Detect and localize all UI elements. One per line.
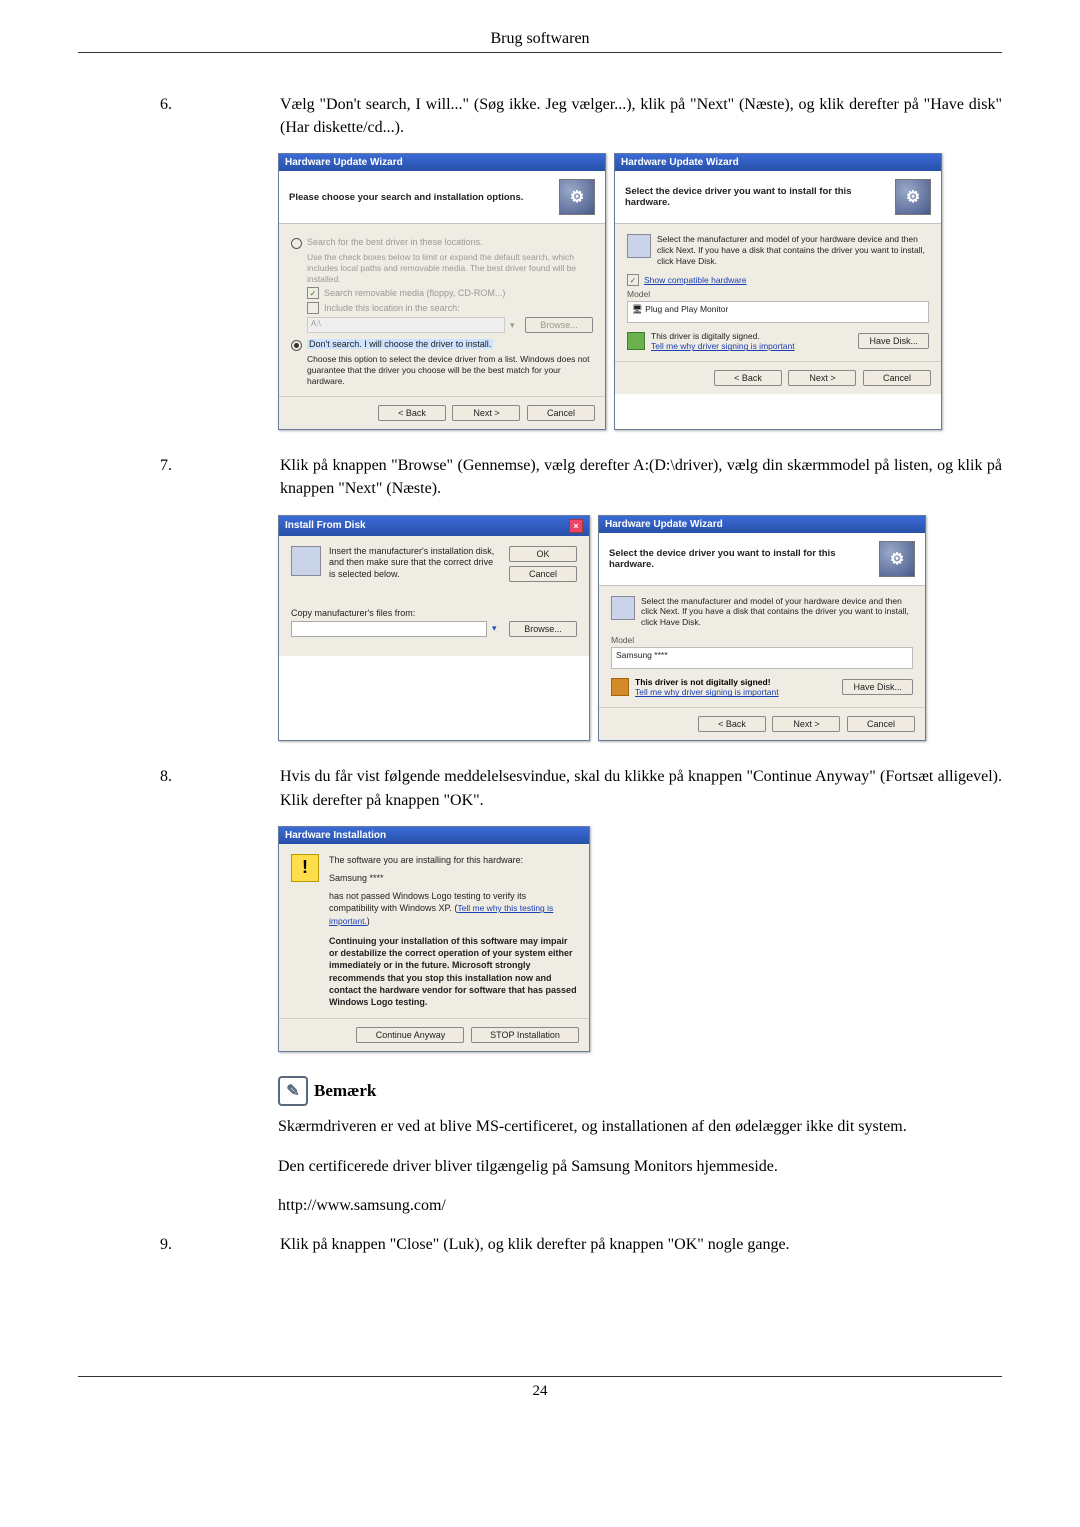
next-button[interactable]: Next > (452, 405, 520, 421)
radio-search-best-label: Search for the best driver in these loca… (307, 237, 483, 247)
model-column-header: Model (627, 289, 929, 299)
dialog-header-text: Select the device driver you want to ins… (609, 548, 871, 570)
wizard-icon: ⚙ (559, 179, 595, 215)
check-removable-media-label: Search removable media (floppy, CD-ROM..… (324, 288, 505, 298)
cancel-button[interactable]: Cancel (509, 566, 577, 582)
back-button[interactable]: < Back (698, 716, 766, 732)
wizard-icon: ⚙ (879, 541, 915, 577)
have-disk-button[interactable]: Have Disk... (858, 333, 929, 349)
next-button[interactable]: Next > (772, 716, 840, 732)
step-9-number: 9. (78, 1233, 280, 1256)
back-button[interactable]: < Back (714, 370, 782, 386)
radio-dont-search-sub: Choose this option to select the device … (307, 354, 593, 386)
wizard-select-driver-dialog: Hardware Update Wizard Select the device… (614, 153, 942, 430)
browse-button[interactable]: Browse... (525, 317, 593, 333)
dropdown-icon[interactable]: ▾ (492, 623, 504, 634)
wizard-search-options-dialog: Hardware Update Wizard Please choose you… (278, 153, 606, 430)
install-hw-line1: The software you are installing for this… (329, 854, 577, 866)
check-removable-media[interactable]: ✓ (307, 287, 319, 299)
have-disk-button[interactable]: Have Disk... (842, 679, 913, 695)
copy-from-label: Copy manufacturer's files from: (291, 608, 577, 618)
install-hw-device: Samsung **** (329, 872, 577, 884)
radio-dont-search[interactable] (291, 340, 302, 351)
dialog-title: Hardware Installation (285, 830, 386, 841)
driver-not-signed-text: This driver is not digitally signed! (635, 677, 779, 687)
header-rule (78, 52, 1002, 53)
not-signed-icon (611, 678, 629, 696)
select-driver-intro: Select the manufacturer and model of you… (657, 234, 929, 266)
radio-dont-search-label: Don't search. I will choose the driver t… (307, 339, 493, 349)
note-p2: Den certificerede driver bliver tilgænge… (278, 1154, 1002, 1180)
install-disk-msg: Insert the manufacturer's installation d… (329, 546, 501, 581)
driver-signed-text: This driver is digitally signed. (651, 331, 795, 341)
note-p3: http://www.samsung.com/ (278, 1193, 1002, 1219)
step-7-text: Klik på knappen "Browse" (Gennemse), væl… (280, 454, 1002, 500)
dialog-title: Hardware Update Wizard (285, 157, 403, 168)
step-9-text: Klik på knappen "Close" (Luk), og klik d… (280, 1233, 1002, 1256)
radio-search-best[interactable] (291, 238, 302, 249)
browse-button[interactable]: Browse... (509, 621, 577, 637)
page-number: 24 (78, 1383, 1002, 1400)
check-include-location[interactable] (307, 302, 319, 314)
model-column-header: Model (611, 635, 913, 645)
path-input[interactable]: A:\ (307, 317, 505, 333)
wizard-select-driver-signed-dialog: Hardware Update Wizard Select the device… (598, 515, 926, 742)
ok-button[interactable]: OK (509, 546, 577, 562)
cancel-button[interactable]: Cancel (863, 370, 931, 386)
step-6-text: Vælg "Don't search, I will..." (Søg ikke… (280, 93, 1002, 139)
signing-info-link[interactable]: Tell me why driver signing is important (635, 687, 779, 697)
check-include-location-label: Include this location in the search: (324, 303, 460, 313)
install-hw-warning: Continuing your installation of this sof… (329, 935, 577, 1008)
step-8-text: Hvis du får vist følgende meddelelsesvin… (280, 765, 1002, 811)
cancel-button[interactable]: Cancel (847, 716, 915, 732)
logo-test-text-b: ) (367, 916, 370, 926)
disk-icon (627, 234, 651, 258)
page-header: Brug softwaren (78, 30, 1002, 48)
model-value[interactable]: Samsung **** (616, 650, 668, 660)
next-button[interactable]: Next > (788, 370, 856, 386)
step-6-number: 6. (78, 93, 280, 139)
note-p1: Skærmdriveren er ved at blive MS-certifi… (278, 1114, 1002, 1140)
back-button[interactable]: < Back (378, 405, 446, 421)
footer-rule (78, 1376, 1002, 1377)
cancel-button[interactable]: Cancel (527, 405, 595, 421)
step-8-number: 8. (78, 765, 280, 811)
hardware-installation-dialog: Hardware Installation ! The software you… (278, 826, 590, 1052)
disk-icon (611, 596, 635, 620)
dialog-header-text: Please choose your search and installati… (289, 192, 551, 203)
show-compatible-label: Show compatible hardware (644, 275, 747, 285)
radio-search-best-sub: Use the check boxes below to limit or ex… (307, 252, 593, 284)
continue-anyway-button[interactable]: Continue Anyway (356, 1027, 464, 1043)
warning-icon: ! (291, 854, 319, 882)
floppy-icon (291, 546, 321, 576)
dialog-title: Hardware Update Wizard (605, 519, 723, 530)
select-driver-intro: Select the manufacturer and model of you… (641, 596, 913, 628)
install-from-disk-dialog: Install From Disk × Insert the manufactu… (278, 515, 590, 742)
step-7-number: 7. (78, 454, 280, 500)
wizard-icon: ⚙ (895, 179, 931, 215)
dialog-title: Install From Disk (285, 520, 366, 531)
close-icon[interactable]: × (569, 519, 583, 533)
note-icon: ✎ (278, 1076, 308, 1106)
stop-installation-button[interactable]: STOP Installation (471, 1027, 579, 1043)
signed-icon (627, 332, 645, 350)
model-value[interactable]: Plug and Play Monitor (645, 304, 728, 314)
dialog-header-text: Select the device driver you want to ins… (625, 186, 887, 208)
signing-info-link[interactable]: Tell me why driver signing is important (651, 341, 795, 351)
copy-from-input[interactable] (291, 621, 487, 637)
dialog-title: Hardware Update Wizard (621, 157, 739, 168)
note-label: Bemærk (314, 1081, 376, 1101)
check-show-compatible[interactable]: ✓ (627, 274, 639, 286)
